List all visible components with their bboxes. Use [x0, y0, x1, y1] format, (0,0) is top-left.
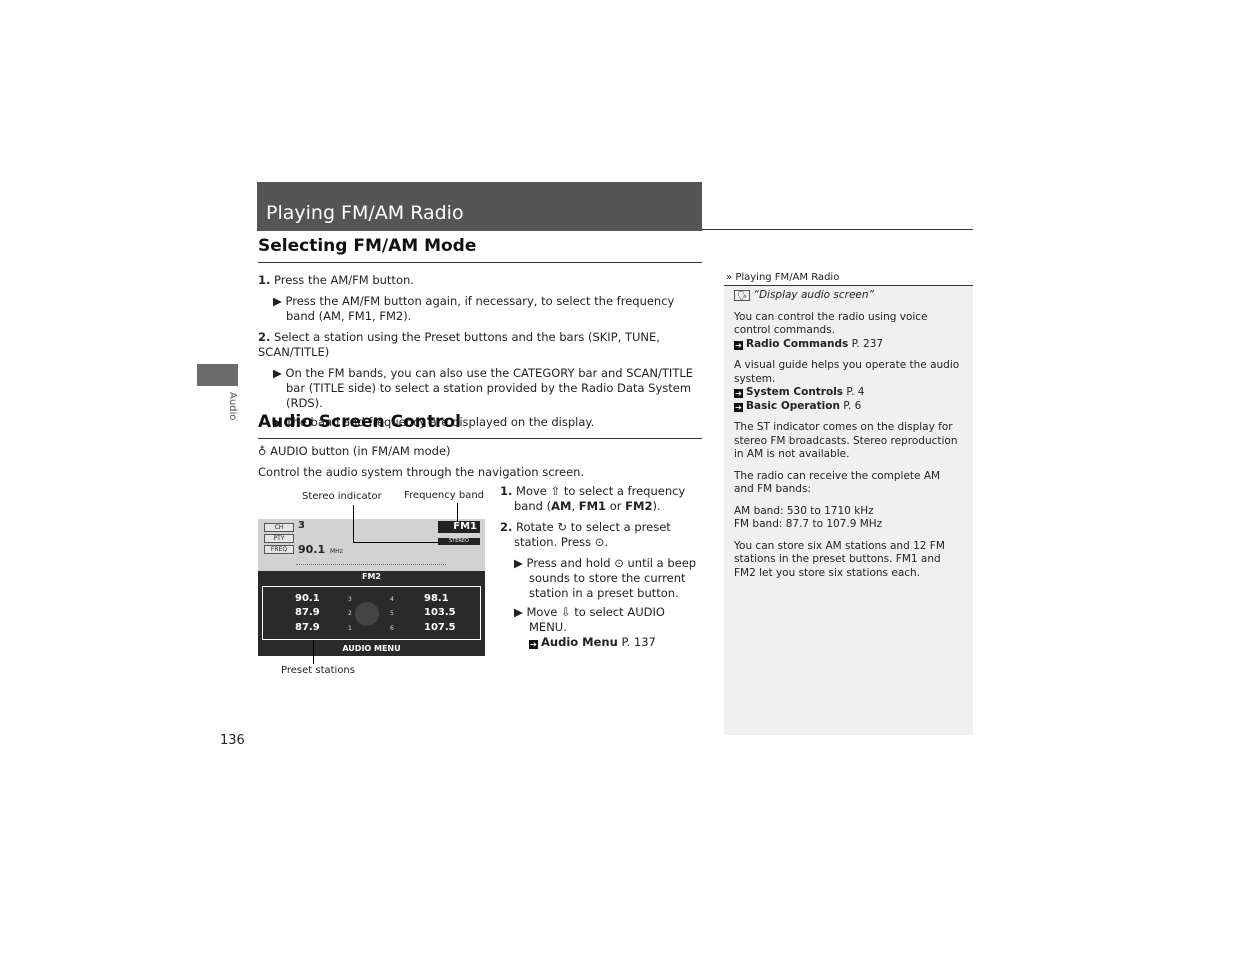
callout-stereo: Stereo indicator — [302, 491, 382, 502]
section-heading: Audio Screen Control — [258, 412, 461, 432]
chapter-tab — [197, 364, 238, 386]
ref-basic-operation[interactable]: ➔ Basic Operation P. 6 — [724, 400, 973, 414]
screen-steps: 1. Move ⇧ to select a frequency band (AM… — [500, 484, 702, 650]
callout-band: Frequency band — [404, 490, 484, 501]
voice-icon: 🗣 — [734, 290, 751, 301]
knob-icon: ♁ — [258, 444, 267, 458]
audio-button-line: ♁ AUDIO button (in FM/AM mode) — [258, 444, 451, 458]
intro-text: Control the audio system through the nav… — [258, 465, 585, 479]
ref-system-controls[interactable]: ➔ System Controls P. 4 — [724, 386, 973, 400]
band-indicator: FM1 — [438, 521, 480, 533]
steps-fm-am: 1. Press the AM/FM button. ▶ Press the A… — [258, 273, 694, 429]
ref-audio-menu[interactable]: ➔ Audio Menu P. 137 — [529, 635, 702, 650]
page-number: 136 — [220, 733, 245, 748]
callout-presets: Preset stations — [281, 665, 355, 676]
page-title-bar: Playing FM/AM Radio — [257, 182, 702, 231]
audio-screen-image: CH 3 PTY FREQ 90.1 MHz FM1 STEREO FM2 90… — [258, 519, 485, 656]
section-heading: Selecting FM/AM Mode — [258, 236, 477, 256]
sidebar-notes: » Playing FM/AM Radio 🗣 “Display audio s… — [724, 271, 973, 735]
section-audio-screen: Audio Screen Control — [258, 412, 702, 439]
page-title: Playing FM/AM Radio — [266, 202, 464, 224]
ref-radio-commands[interactable]: ➔ Radio Commands P. 237 — [724, 338, 973, 352]
chapter-label: Audio — [227, 392, 238, 421]
section-selecting: Selecting FM/AM Mode — [258, 236, 702, 263]
divider — [702, 229, 973, 230]
stereo-indicator: STEREO — [438, 538, 480, 545]
